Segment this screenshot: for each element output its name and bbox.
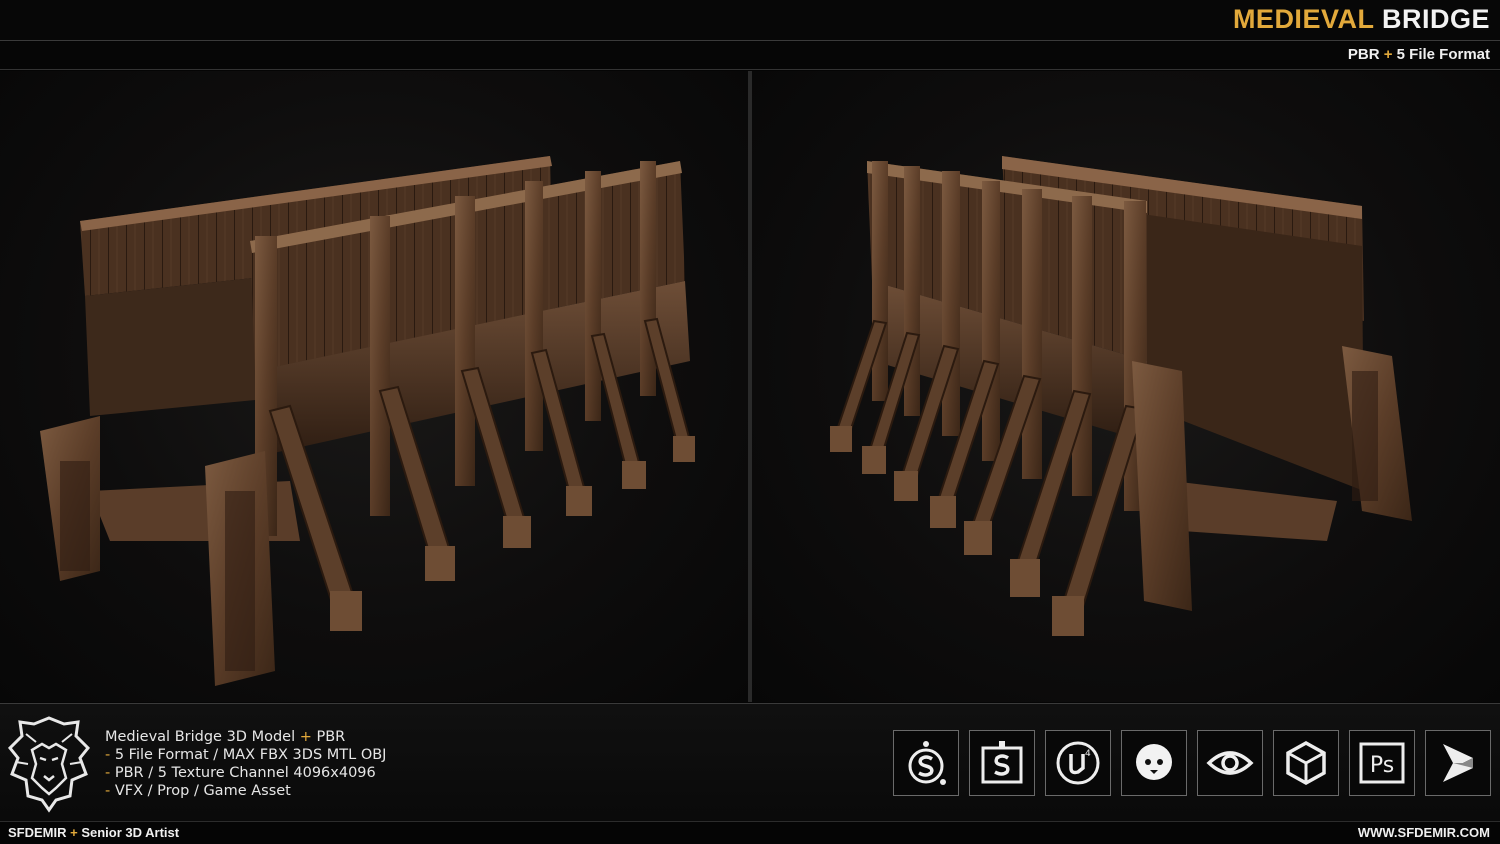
3ds-max-icon [1443,744,1473,782]
substance-painter-icon [908,741,946,785]
viewer-tile [1197,730,1263,796]
unreal-engine-icon: 4 [1056,741,1100,785]
description-texture-channels: PBR / 5 Texture Channel 4096x4096 [114,765,376,781]
marmoset-icon [1136,744,1172,780]
page-title: MEDIEVAL BRIDGE [1233,4,1490,35]
substance-designer-icon [981,741,1023,784]
author-plus: + [70,825,78,840]
description-asset-type: VFX / Prop / Game Asset [114,783,291,799]
title-bar: MEDIEVAL BRIDGE [0,0,1500,41]
bullet-dash: - [105,747,111,763]
description-line-4: - VFX / Prop / Game Asset [105,782,386,800]
subtitle-plus: + [1383,46,1393,63]
description-file-formats: 5 File Format / MAX FBX 3DS MTL OBJ [114,747,387,763]
photoshop-icon: Ps [1359,742,1405,784]
render-view-right [752,71,1500,702]
lion-logo-icon [7,716,91,813]
description-title: Medieval Bridge 3D Model [105,729,296,745]
photoshop-label: Ps [1370,753,1394,778]
subtitle-bar: PBR + 5 File Format [0,42,1500,70]
page-subtitle: PBR + 5 File Format [1348,46,1490,63]
subtitle-file-format: 5 File Format [1396,46,1490,63]
description-pbr: PBR [316,729,346,745]
product-description: Medieval Bridge 3D Model + PBR - 5 File … [105,728,386,800]
author-name: SFDEMIR [8,825,67,840]
bridge-render-right [830,156,1412,636]
website-link[interactable]: WWW.SFDEMIR.COM [1358,825,1490,840]
bullet-dash: - [105,783,111,799]
title-word-medieval: MEDIEVAL [1232,4,1374,34]
substance-painter-tile [893,730,959,796]
render-view-left [0,71,748,702]
description-plus: + [299,729,312,745]
description-line-3: - PBR / 5 Texture Channel 4096x4096 [105,764,386,782]
unity-tile [1273,730,1339,796]
marmoset-tile [1121,730,1187,796]
footer-bar: SFDEMIR + Senior 3D Artist WWW.SFDEMIR.C… [0,821,1500,844]
unreal-version-label: 4 [1085,749,1091,759]
software-icon-row: 4 Ps [893,730,1491,796]
author-credit: SFDEMIR + Senior 3D Artist [8,825,179,840]
author-role: Senior 3D Artist [81,825,180,840]
description-line-2: - 5 File Format / MAX FBX 3DS MTL OBJ [105,746,386,764]
substance-designer-tile [969,730,1035,796]
bridge-render-left [40,156,695,686]
eye-viewer-icon [1206,751,1254,775]
title-word-bridge: BRIDGE [1381,4,1490,34]
description-line-1: Medieval Bridge 3D Model + PBR [105,728,386,746]
info-bar: Medieval Bridge 3D Model + PBR - 5 File … [0,703,1500,821]
unity-icon [1286,740,1326,786]
photoshop-tile: Ps [1349,730,1415,796]
unreal-engine-tile: 4 [1045,730,1111,796]
bullet-dash: - [105,765,111,781]
3ds-max-tile [1425,730,1491,796]
subtitle-pbr: PBR [1347,46,1380,63]
